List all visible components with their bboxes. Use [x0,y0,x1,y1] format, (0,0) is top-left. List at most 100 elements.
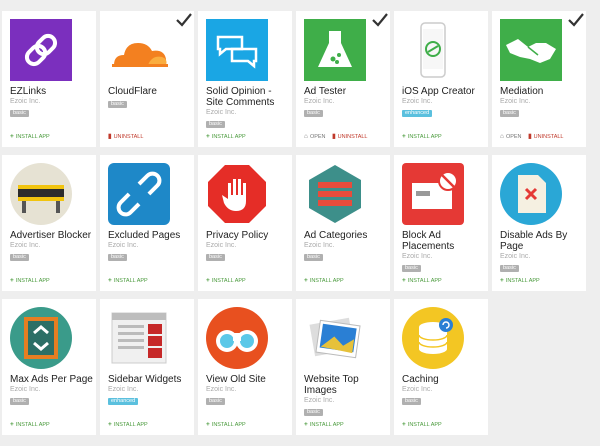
open-button[interactable]: ⌂ OPEN [500,133,522,141]
app-card-website-top-images[interactable]: Website Top Images Ezoic Inc. basic + INS… [296,299,390,435]
card-actions: + INSTALL APP [206,277,251,285]
app-company: Ezoic Inc. [500,98,531,105]
cloudflare-icon [108,19,170,81]
comments-icon [206,19,268,81]
app-card-excluded-pages[interactable]: Excluded Pages Ezoic Inc. basic + INSTALL… [100,155,194,291]
tier-badge: basic [206,254,225,261]
card-actions: + INSTALL APP [10,277,55,285]
tier-badge: basic [402,265,421,272]
install-app-button[interactable]: + INSTALL APP [304,277,344,285]
sidebar-widgets-icon [108,307,170,369]
tier-badge: basic [304,409,323,416]
tier-badge: basic [10,398,29,405]
app-card-disable-ads-by-page[interactable]: Disable Ads By Page Ezoic Inc. basic + IN… [492,155,586,291]
app-card-ios-app-creator[interactable]: iOS App Creator Ezoic Inc. enhanced + INS… [394,11,488,147]
app-company: Ezoic Inc. [402,386,433,393]
app-card-cloudflare[interactable]: CloudFlare basic ▮ UNINSTALL [100,11,194,147]
install-app-button[interactable]: + INSTALL APP [108,421,148,429]
plus-icon: + [304,277,308,284]
install-app-button[interactable]: + INSTALL APP [206,133,246,141]
card-actions: + INSTALL APP [108,277,153,285]
app-title: Block Ad Placements [402,230,455,252]
app-card-sidebar-widgets[interactable]: Sidebar Widgets Ezoic Inc. enhanced + INS… [100,299,194,435]
app-title: View Old Site [206,374,266,385]
home-icon: ⌂ [500,133,504,140]
install-app-button[interactable]: + INSTALL APP [402,133,442,141]
app-company: Ezoic Inc. [206,386,237,393]
app-card-view-old-site[interactable]: View Old Site Ezoic Inc. basic + INSTALL … [198,299,292,435]
photos-icon [304,307,366,369]
install-app-button[interactable]: + INSTALL APP [108,277,148,285]
card-actions: + INSTALL APP [10,421,55,429]
app-company: Ezoic Inc. [10,98,41,105]
install-app-button[interactable]: + INSTALL APP [402,277,442,285]
app-title: Solid Opinion - Site Comments [206,86,275,108]
app-title: iOS App Creator [402,86,475,97]
app-card-ad-categories[interactable]: Ad Categories Ezoic Inc. basic + INSTALL … [296,155,390,291]
app-company: Ezoic Inc. [304,242,335,249]
app-title: Disable Ads By Page [500,230,568,252]
tier-badge: enhanced [108,398,139,405]
card-actions: + INSTALL APP [304,277,349,285]
install-app-button[interactable]: + INSTALL APP [10,277,50,285]
uninstall-button[interactable]: ▮ UNINSTALL [108,133,143,141]
tier-badge: basic [206,121,225,128]
trash-icon: ▮ [108,133,112,140]
stop-hand-icon [206,163,268,225]
checkmark-icon [176,13,192,27]
app-card-privacy-policy[interactable]: Privacy Policy Ezoic Inc. basic + INSTALL… [198,155,292,291]
app-grid: EZLinks Ezoic Inc. basic + INSTALL APP Cl… [0,0,600,446]
handshake-icon [500,19,562,81]
card-actions: ⌂ OPEN ▮ UNINSTALL [304,133,373,141]
plus-icon: + [108,277,112,284]
app-card-ad-tester[interactable]: Ad Tester Ezoic Inc. basic ⌂ OPEN ▮ UNINST… [296,11,390,147]
tier-badge: enhanced [402,110,433,117]
plus-icon: + [10,421,14,428]
plus-icon: + [304,421,308,428]
disable-ads-page-icon [500,163,562,225]
tier-badge: basic [108,254,127,261]
app-card-max-ads-per-page[interactable]: Max Ads Per Page Ezoic Inc. basic + INSTA… [2,299,96,435]
install-app-button[interactable]: + INSTALL APP [304,421,344,429]
app-company: Ezoic Inc. [402,98,433,105]
app-company: Ezoic Inc. [10,242,41,249]
app-card-advertiser-blocker[interactable]: Advertiser Blocker Ezoic Inc. basic + INS… [2,155,96,291]
card-actions: + INSTALL APP [402,421,447,429]
card-actions: + INSTALL APP [206,421,251,429]
app-title: CloudFlare [108,86,157,97]
ios-app-icon [402,19,464,81]
app-company: Ezoic Inc. [304,98,335,105]
app-title: Ad Tester [304,86,347,97]
app-title: Excluded Pages [108,230,181,241]
plus-icon: + [402,133,406,140]
uninstall-button[interactable]: ▮ UNINSTALL [332,133,367,141]
app-card-solid-opinion[interactable]: Solid Opinion - Site Comments Ezoic Inc.… [198,11,292,147]
app-title: Website Top Images [304,374,359,396]
install-app-button[interactable]: + INSTALL APP [10,421,50,429]
install-app-button[interactable]: + INSTALL APP [500,277,540,285]
app-title: Ad Categories [304,230,368,241]
plus-icon: + [108,421,112,428]
ezlinks-icon [10,19,72,81]
app-card-caching[interactable]: Caching Ezoic Inc. basic + INSTALL APP [394,299,488,435]
install-app-button[interactable]: + INSTALL APP [10,133,50,141]
database-icon [402,307,464,369]
app-title: Mediation [500,86,544,97]
plus-icon: + [206,421,210,428]
block-ad-icon [402,163,464,225]
uninstall-button[interactable]: ▮ UNINSTALL [528,133,563,141]
card-actions: ▮ UNINSTALL [108,133,148,141]
advertisers-barrier-icon [10,163,72,225]
tier-badge: basic [10,110,29,117]
open-button[interactable]: ⌂ OPEN [304,133,326,141]
app-card-mediation[interactable]: Mediation Ezoic Inc. basic ⌂ OPEN ▮ UNINST… [492,11,586,147]
tier-badge: basic [108,101,127,108]
plus-icon: + [10,133,14,140]
install-app-button[interactable]: + INSTALL APP [402,421,442,429]
app-card-block-ad-placements[interactable]: Block Ad Placements Ezoic Inc. basic + IN… [394,155,488,291]
app-card-ezlinks[interactable]: EZLinks Ezoic Inc. basic + INSTALL APP [2,11,96,147]
install-app-button[interactable]: + INSTALL APP [206,421,246,429]
app-company: Ezoic Inc. [108,242,139,249]
install-app-button[interactable]: + INSTALL APP [206,277,246,285]
plus-icon: + [500,277,504,284]
